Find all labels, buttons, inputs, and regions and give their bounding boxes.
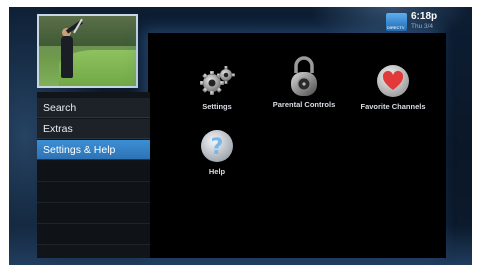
menu-item-search[interactable]: Search	[37, 98, 150, 118]
menu-item-extras[interactable]: Extras	[37, 119, 150, 139]
left-menu: Search Extras Settings & Help	[37, 92, 150, 258]
live-tv-preview[interactable]	[37, 14, 138, 88]
menu-item-settings-help[interactable]: Settings & Help	[37, 140, 150, 160]
menu-empty-slot	[37, 182, 150, 203]
menu-empty-slot	[37, 203, 150, 224]
clock-date: Thu 3/4	[411, 23, 434, 30]
tile-help[interactable]: ? Help	[172, 128, 262, 176]
question-mark-icon: ?	[199, 128, 235, 164]
clock-time: 6:18p	[411, 11, 438, 22]
padlock-icon	[286, 55, 322, 99]
tile-favorite-channels[interactable]: Favorite Channels	[348, 63, 438, 111]
clock-widget: DIRECTV 6:18p Thu 3/4	[386, 9, 466, 35]
tile-favorite-channels-label: Favorite Channels	[360, 102, 426, 111]
tile-parental-controls[interactable]: Parental Controls	[259, 55, 349, 109]
directv-logo-icon: DIRECTV	[386, 13, 407, 31]
gears-icon	[199, 63, 235, 99]
svg-text:?: ?	[211, 135, 224, 160]
preview-trees	[39, 16, 136, 46]
tile-settings[interactable]: Settings	[172, 63, 262, 111]
tile-help-label: Help	[208, 167, 226, 176]
tile-parental-controls-label: Parental Controls	[272, 100, 336, 109]
menu-empty-slot	[37, 161, 150, 182]
golfer-body	[61, 36, 73, 78]
menu-empty-slot	[37, 224, 150, 245]
content-panel: Settings Parental Controls Favorite Chan…	[148, 33, 446, 258]
heart-icon	[375, 63, 411, 99]
tile-settings-label: Settings	[202, 102, 232, 111]
logo-text: DIRECTV	[387, 25, 405, 30]
